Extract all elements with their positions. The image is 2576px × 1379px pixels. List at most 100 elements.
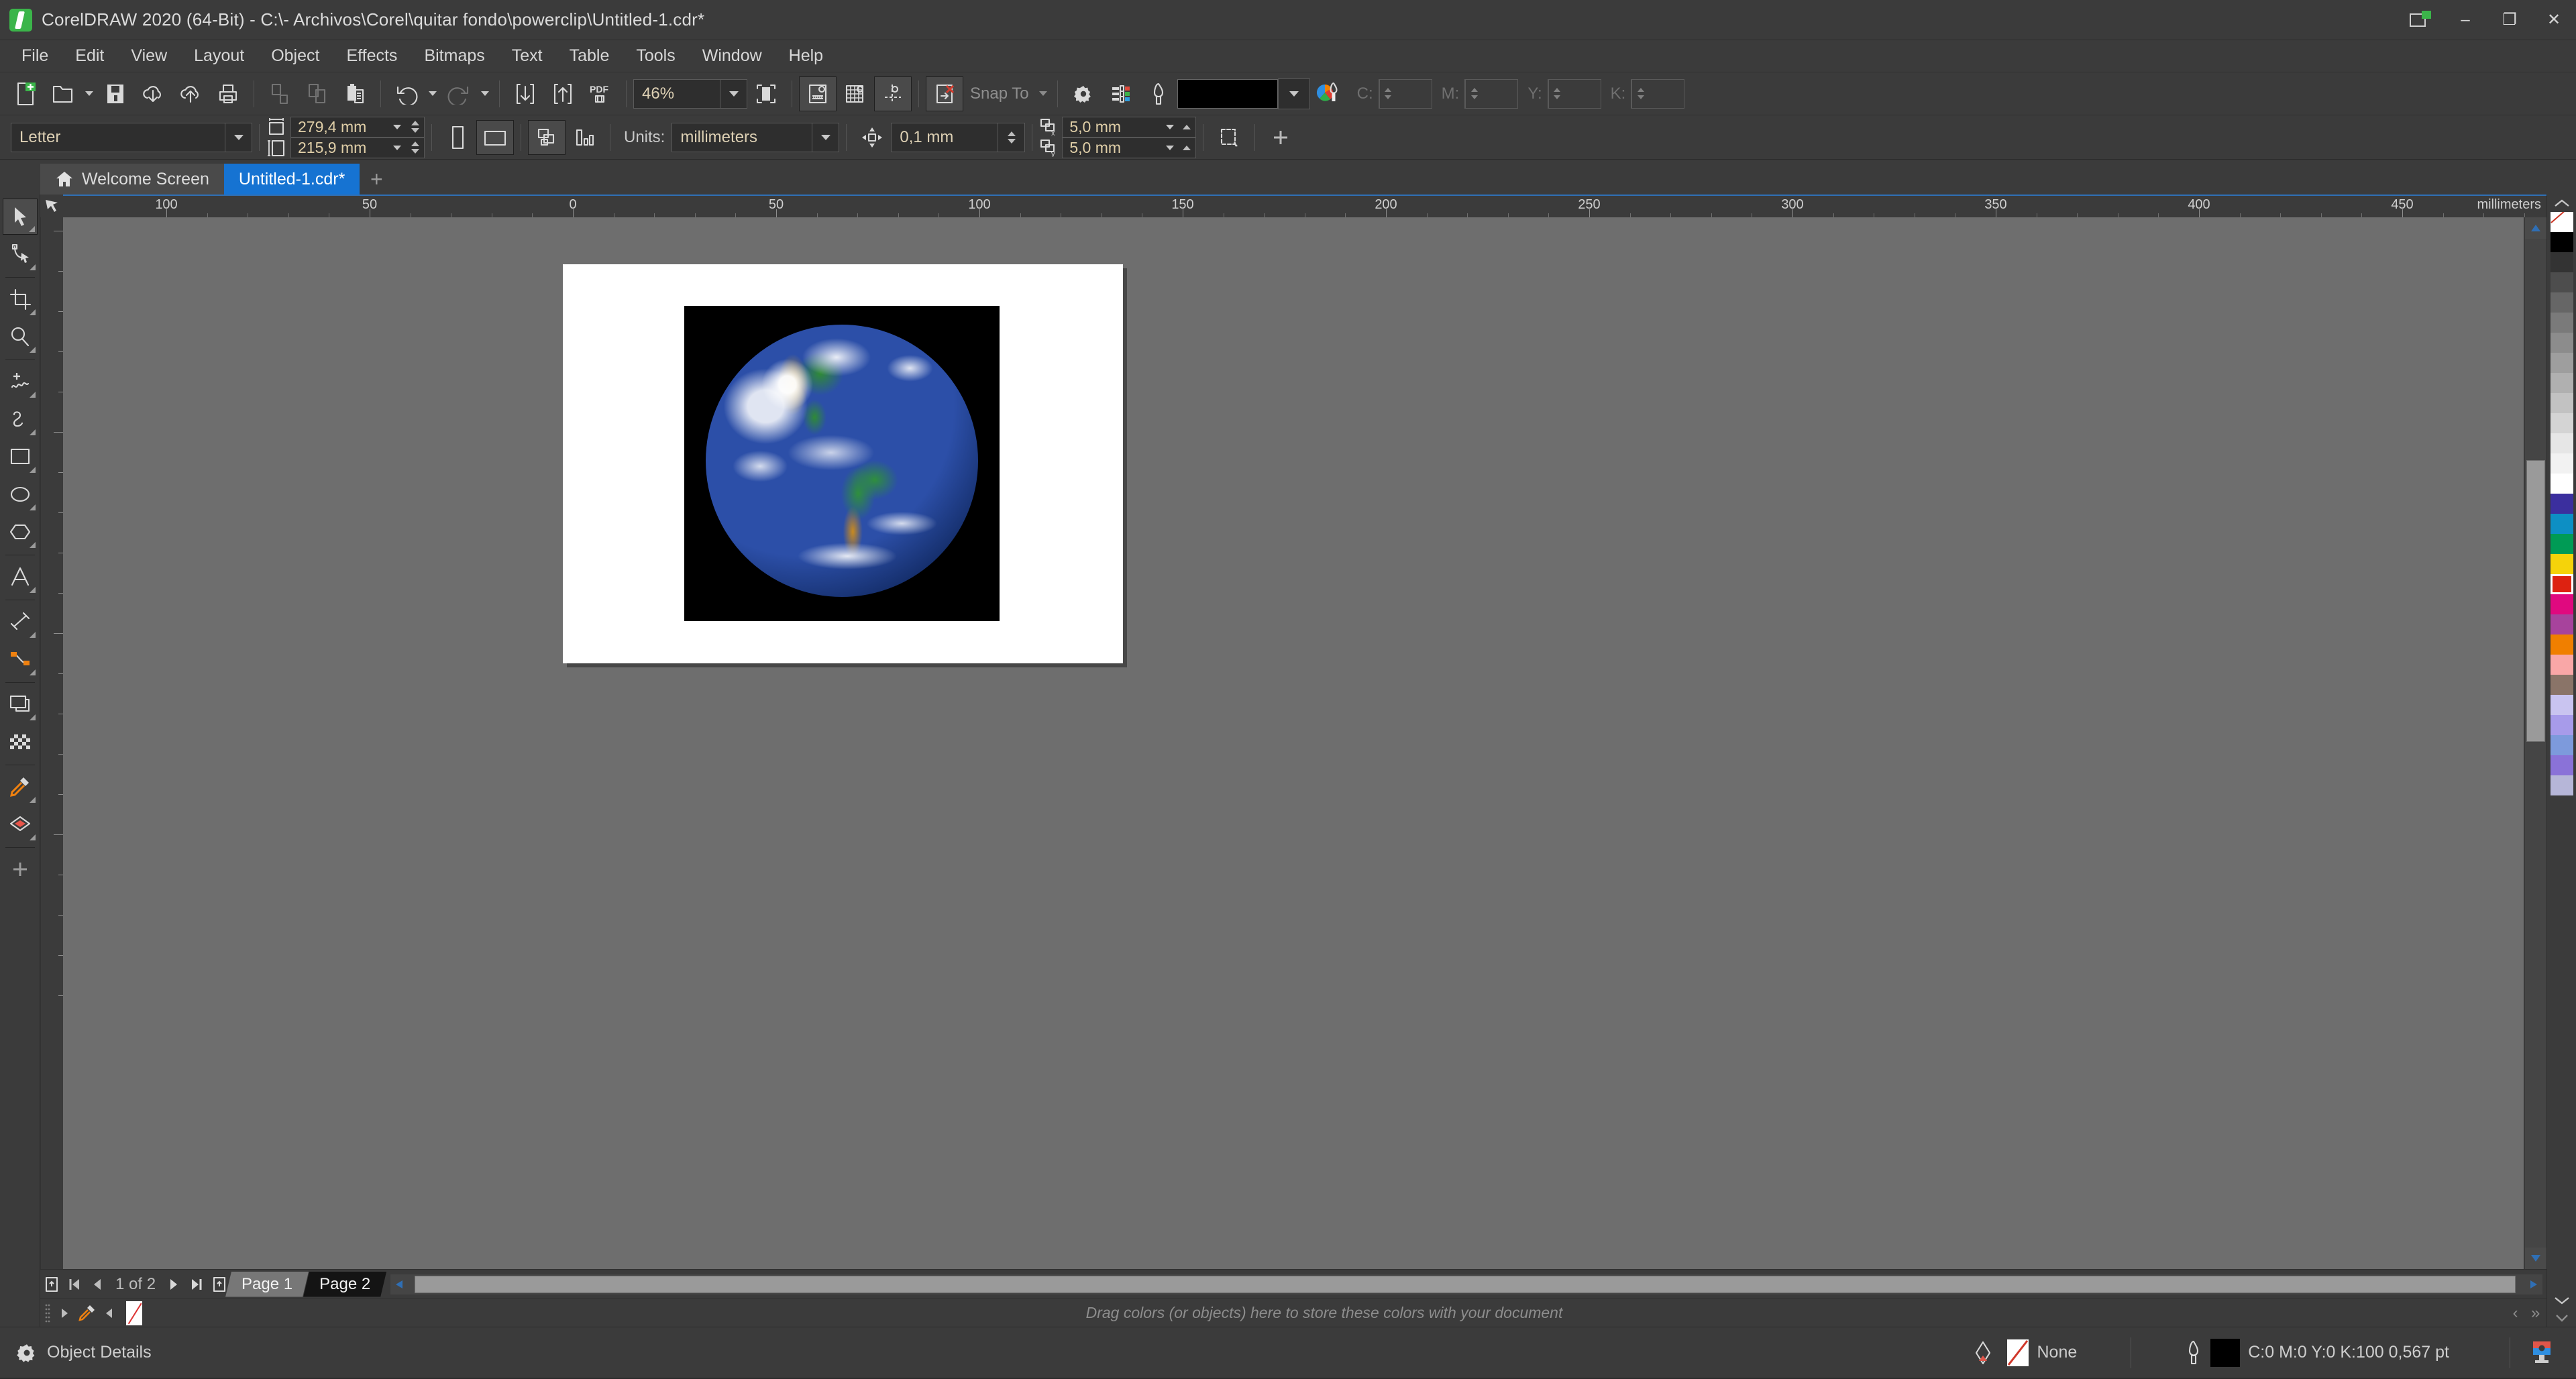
cut-icon[interactable]: [261, 76, 299, 111]
palette-swatch[interactable]: [2550, 353, 2573, 373]
all-pages-button[interactable]: [528, 119, 566, 155]
vertical-ruler[interactable]: [40, 217, 63, 1269]
zoom-tool[interactable]: [3, 319, 38, 355]
placed-bitmap-frame[interactable]: [684, 306, 1000, 621]
ruler-origin-button[interactable]: [40, 195, 63, 217]
nudge-distance-spinner[interactable]: [998, 123, 1024, 152]
zoom-level-combo[interactable]: 46%: [633, 78, 747, 109]
menu-table[interactable]: Table: [556, 42, 623, 70]
clear-snapping-icon[interactable]: [926, 76, 963, 111]
palette-expand-icon[interactable]: »: [2531, 1304, 2540, 1323]
minimize-button[interactable]: –: [2443, 0, 2487, 40]
open-dropdown-icon[interactable]: [82, 76, 97, 111]
portrait-orientation-button[interactable]: [439, 120, 476, 155]
shape-tool[interactable]: [3, 236, 38, 272]
new-document-icon[interactable]: [7, 76, 44, 111]
palette-swatch[interactable]: [2550, 614, 2573, 635]
tab-welcome-screen[interactable]: Welcome Screen: [40, 164, 224, 195]
show-rulers-icon[interactable]: [799, 76, 837, 111]
drawing-canvas[interactable]: [63, 217, 2524, 1269]
palette-grip[interactable]: [40, 1303, 55, 1323]
pick-tool[interactable]: [2, 199, 38, 235]
palette-swatch[interactable]: [2550, 252, 2573, 272]
ellipse-tool[interactable]: [3, 476, 38, 512]
palette-swatch[interactable]: [2550, 333, 2573, 353]
show-guides-icon[interactable]: [874, 76, 912, 111]
cmyk-m-field[interactable]: [1464, 78, 1519, 109]
palette-swatch[interactable]: [2550, 413, 2573, 433]
palette-swatch[interactable]: [2550, 232, 2573, 252]
palette-swatch[interactable]: [2550, 574, 2573, 594]
first-page-button[interactable]: [63, 1273, 86, 1296]
redo-icon[interactable]: [440, 76, 478, 111]
open-document-icon[interactable]: [44, 76, 82, 111]
outline-color-dropdown-icon[interactable]: [1277, 78, 1310, 109]
color-palette[interactable]: [2546, 195, 2576, 1327]
palette-swatch[interactable]: [2550, 775, 2573, 795]
palette-swatch[interactable]: [2550, 393, 2573, 413]
tab-untitled-1[interactable]: Untitled-1.cdr*: [223, 164, 360, 195]
palette-swatch[interactable]: [2550, 715, 2573, 735]
object-properties-icon[interactable]: [1102, 76, 1140, 111]
palette-scroll-left-icon[interactable]: [101, 1307, 118, 1319]
outline-color-well[interactable]: [1177, 78, 1278, 109]
undo-dropdown-icon[interactable]: [425, 76, 440, 111]
workspace-switch-icon[interactable]: [2399, 0, 2443, 40]
horizontal-scrollbar[interactable]: [390, 1274, 2542, 1294]
palette-swatch[interactable]: [2550, 453, 2573, 474]
paste-icon[interactable]: [336, 76, 374, 111]
outline-color-swatch[interactable]: [2210, 1338, 2241, 1367]
palette-swatch[interactable]: [2550, 433, 2573, 453]
palette-scroll-right-icon[interactable]: [55, 1307, 74, 1319]
menu-object[interactable]: Object: [258, 42, 333, 70]
page-size-dropdown-icon[interactable]: [225, 123, 252, 152]
artistic-media-tool[interactable]: [3, 401, 38, 437]
previous-page-button[interactable]: [86, 1273, 109, 1296]
palette-swatch[interactable]: [2550, 675, 2573, 695]
page-border-button[interactable]: [1210, 120, 1248, 155]
menu-window[interactable]: Window: [689, 42, 775, 70]
page-size-combo[interactable]: Letter: [11, 122, 252, 152]
horizontal-ruler[interactable]: millimeters 100 50 0 50 100 150 200 250 300 350 40…: [63, 195, 2546, 217]
color-mixer-icon[interactable]: [1310, 76, 1348, 111]
transparency-tool[interactable]: [3, 724, 38, 760]
palette-swatch[interactable]: [2550, 655, 2573, 675]
snap-to-dropdown-icon[interactable]: [1036, 76, 1051, 111]
landscape-orientation-button[interactable]: [476, 119, 514, 155]
customize-toolbox-button[interactable]: [3, 851, 38, 887]
palette-expand-arrow-icon[interactable]: [2548, 1309, 2575, 1327]
connector-tool[interactable]: [3, 641, 38, 677]
document-page[interactable]: [563, 264, 1123, 663]
text-tool[interactable]: [3, 559, 38, 595]
menu-tools[interactable]: Tools: [623, 42, 688, 70]
palette-swatch[interactable]: [2550, 373, 2573, 393]
show-grid-icon[interactable]: [837, 76, 874, 111]
crop-tool[interactable]: [3, 281, 38, 317]
new-tab-button[interactable]: +: [360, 164, 394, 195]
maximize-button[interactable]: ❐: [2487, 0, 2532, 40]
display-proof-icon[interactable]: [2528, 1339, 2556, 1366]
cloud-upload-icon[interactable]: [172, 76, 209, 111]
snap-to-label[interactable]: Snap To: [970, 85, 1029, 103]
cloud-download-icon[interactable]: [134, 76, 172, 111]
scroll-up-button[interactable]: [2524, 217, 2546, 239]
cmyk-k-field[interactable]: [1631, 78, 1685, 109]
cmyk-c-field[interactable]: [1378, 78, 1432, 109]
object-details-item[interactable]: Object Details: [15, 1341, 152, 1365]
zoom-level-dropdown-icon[interactable]: [720, 79, 747, 108]
vertical-scrollbar[interactable]: [2524, 217, 2546, 1269]
close-button[interactable]: ✕: [2532, 0, 2576, 40]
page-width-field[interactable]: 279,4 mm: [290, 116, 425, 137]
palette-scroll-down-icon[interactable]: [2548, 1292, 2575, 1309]
document-palette-none-swatch[interactable]: [126, 1301, 142, 1325]
palette-swatch[interactable]: [2550, 534, 2573, 554]
fullscreen-preview-icon[interactable]: [747, 76, 785, 111]
next-page-button[interactable]: [162, 1273, 185, 1296]
units-combo[interactable]: millimeters: [672, 122, 840, 152]
save-icon[interactable]: [97, 76, 134, 111]
drop-shadow-tool[interactable]: [3, 686, 38, 722]
copy-icon[interactable]: [299, 76, 336, 111]
menu-layout[interactable]: Layout: [180, 42, 258, 70]
horizontal-scroll-thumb[interactable]: [415, 1275, 2516, 1293]
menu-effects[interactable]: Effects: [333, 42, 411, 70]
